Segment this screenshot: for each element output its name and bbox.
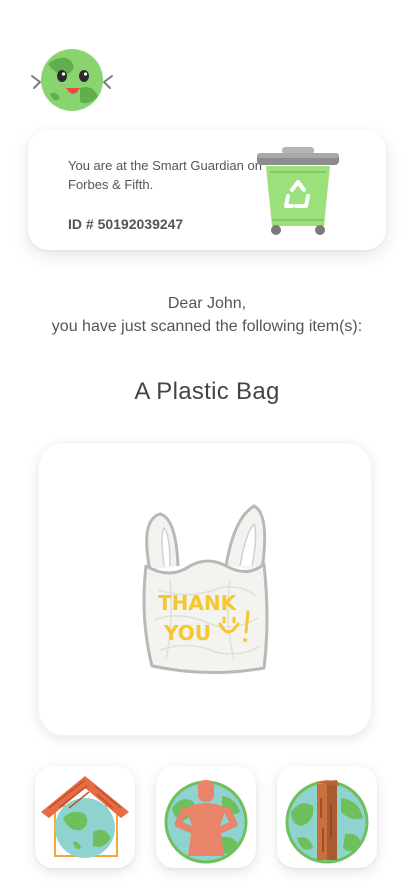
bag-text-thank: THANK	[158, 591, 238, 615]
scanned-item-title: A Plastic Bag	[134, 378, 280, 405]
greeting-text: Dear John, you have just scanned the fol…	[0, 292, 414, 338]
earth-home-tile[interactable]	[35, 766, 135, 868]
location-card: You are at the Smart Guardian on Forbes …	[28, 130, 386, 250]
greeting-salutation: Dear John,	[167, 295, 247, 312]
plastic-bag-icon: THANK YOU	[130, 500, 280, 680]
earth-person-tile[interactable]	[156, 766, 256, 868]
earth-person-icon	[164, 780, 248, 864]
location-id: ID # 50192039247	[68, 216, 184, 232]
bag-text-you: YOU	[163, 621, 211, 645]
scanned-item-card: THANK YOU	[38, 442, 372, 736]
greeting-message: you have just scanned the following item…	[51, 318, 363, 335]
earth-mascot-icon	[30, 44, 114, 114]
earth-tree-tile[interactable]	[277, 766, 377, 868]
earth-home-icon	[41, 776, 129, 858]
earth-tree-icon	[285, 780, 369, 864]
location-description: You are at the Smart Guardian on Forbes …	[68, 158, 262, 192]
recycling-bin-icon	[252, 144, 344, 236]
